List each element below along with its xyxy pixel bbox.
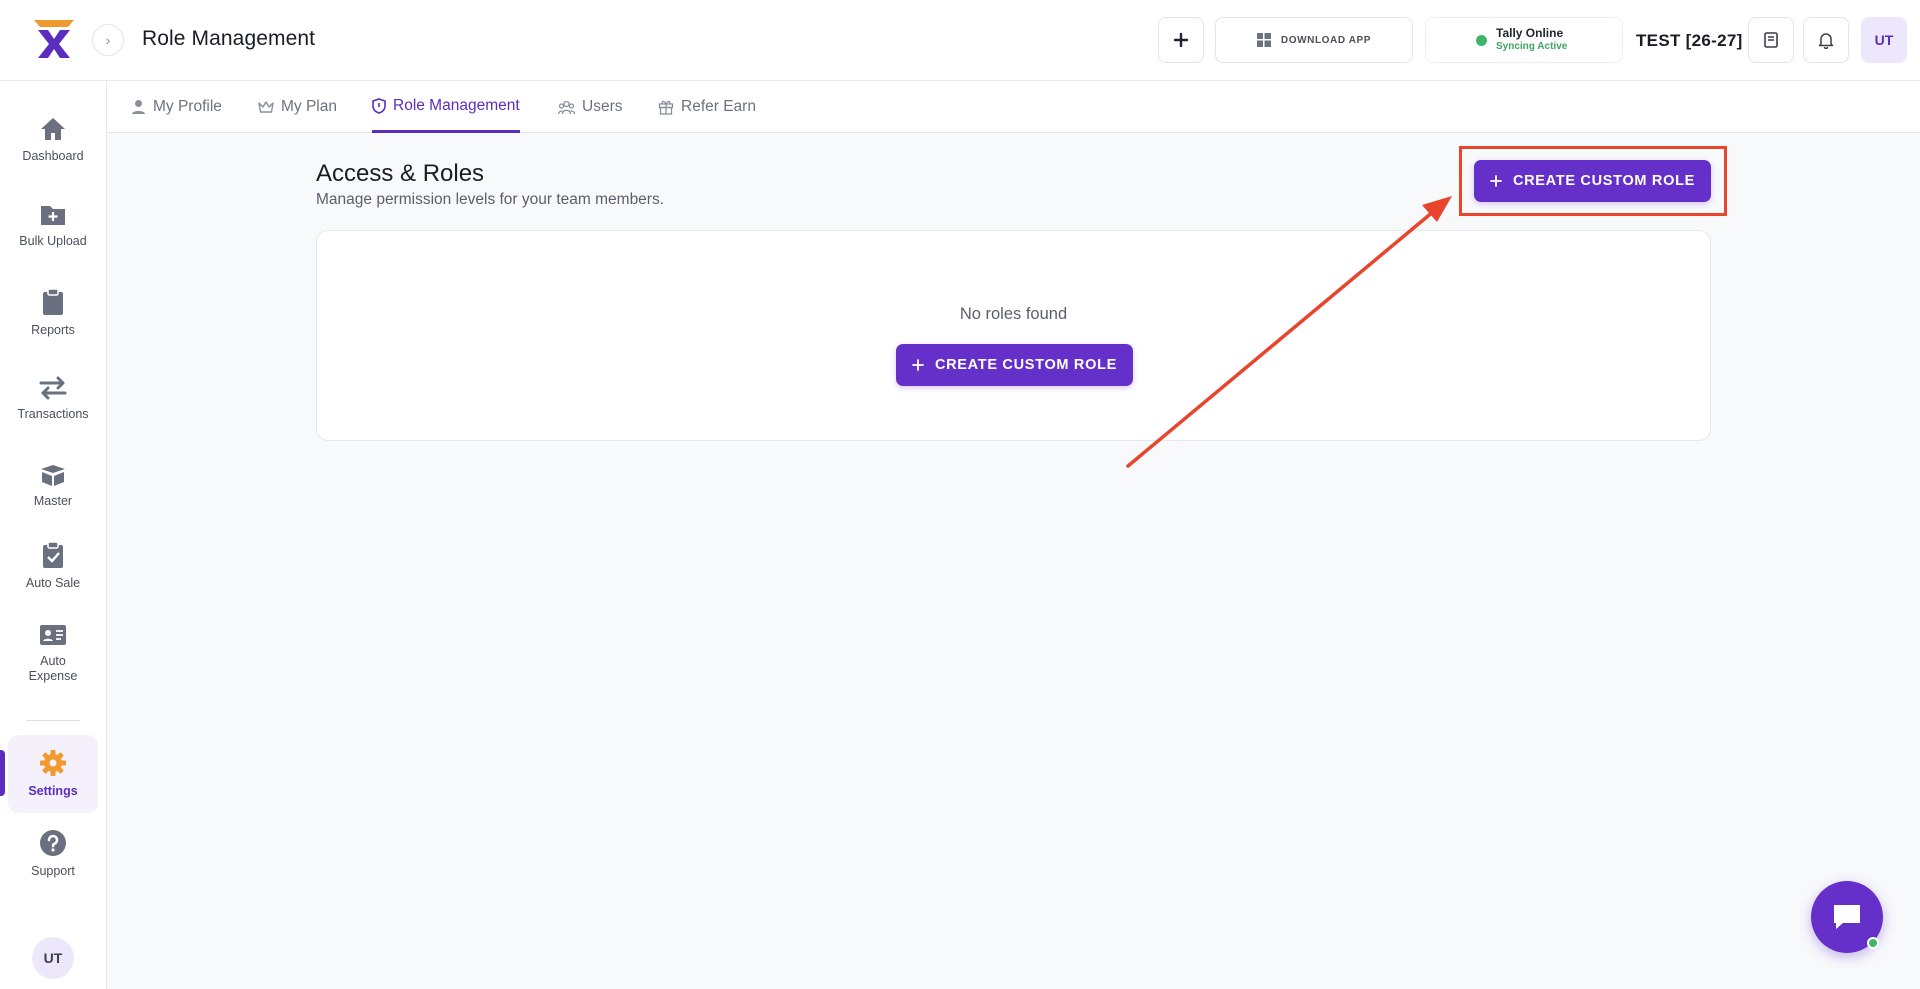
chevron-right-icon: ›	[105, 32, 111, 48]
tab-label: Refer Earn	[681, 98, 756, 115]
users-icon	[558, 100, 575, 114]
sidebar-item-auto-expense[interactable]: Auto Expense	[8, 607, 98, 699]
swap-arrows-icon	[39, 376, 67, 400]
quick-add-button[interactable]	[1158, 17, 1204, 63]
sidebar-active-indicator	[0, 750, 5, 796]
sidebar-item-transactions[interactable]: Transactions	[8, 360, 98, 438]
windows-icon	[1256, 33, 1271, 47]
id-card-icon	[40, 624, 66, 645]
section-title: Access & Roles	[316, 160, 485, 187]
plus-icon	[1490, 175, 1502, 187]
book-icon	[1764, 32, 1778, 48]
tab-label: My Plan	[281, 98, 337, 115]
clipboard-check-icon	[43, 541, 63, 568]
home-icon	[41, 118, 65, 140]
tab-users[interactable]: Users	[558, 81, 622, 133]
sidebar-item-label: Reports	[31, 323, 75, 337]
chat-online-dot	[1867, 937, 1879, 949]
online-status-dot	[1476, 34, 1487, 46]
top-header: › Role Management DOWNLOAD APP Tally Onl…	[0, 0, 1920, 81]
clipboard-icon	[43, 288, 63, 315]
app-logo[interactable]	[34, 20, 74, 60]
page-title: Role Management	[142, 27, 316, 50]
tab-my-profile[interactable]: My Profile	[131, 81, 222, 133]
sidebar-divider	[26, 720, 80, 721]
sidebar-user-avatar[interactable]: UT	[32, 937, 74, 979]
sidebar-item-label: Bulk Upload	[19, 234, 87, 248]
sidebar-item-label: Master	[33, 494, 73, 508]
tab-my-plan[interactable]: My Plan	[258, 81, 337, 133]
create-role-label: CREATE CUSTOM ROLE	[1512, 173, 1696, 189]
section-subtitle: Manage permission levels for your team m…	[316, 191, 665, 208]
sidebar-item-label: Dashboard	[22, 149, 84, 163]
chat-support-button[interactable]	[1811, 881, 1883, 953]
sidebar-item-label: Auto Expense	[28, 653, 78, 683]
empty-state-text: No roles found	[959, 305, 1068, 323]
create-role-label: CREATE CUSTOM ROLE	[934, 357, 1118, 373]
download-app-label: DOWNLOAD APP	[1280, 34, 1372, 46]
bell-icon	[1818, 33, 1834, 49]
sidebar-item-reports[interactable]: Reports	[8, 274, 98, 352]
plus-icon	[1173, 32, 1189, 48]
help-icon	[40, 830, 66, 856]
tally-sync-status: Syncing Active	[1496, 41, 1568, 52]
user-icon	[132, 100, 145, 114]
sidebar-item-settings[interactable]: Settings	[8, 735, 98, 813]
gear-icon	[40, 750, 66, 776]
download-app-button[interactable]: DOWNLOAD APP	[1215, 17, 1413, 63]
tab-label: My Profile	[153, 98, 222, 115]
sidebar-item-label: Transactions	[17, 407, 89, 421]
tab-label: Users	[582, 98, 623, 115]
empty-state-create-role-button[interactable]: CREATE CUSTOM ROLE	[896, 344, 1133, 386]
sidebar-item-label: Support	[31, 864, 75, 878]
plus-icon	[912, 359, 924, 371]
company-selector[interactable]: TEST [26-27]	[1636, 31, 1743, 51]
ledger-button[interactable]	[1748, 17, 1794, 63]
tally-status[interactable]: Tally Online Syncing Active	[1425, 17, 1623, 63]
settings-tabs: My Profile My Plan Role Management Users…	[107, 81, 1920, 133]
user-avatar[interactable]: UT	[1861, 17, 1907, 63]
shield-icon	[372, 97, 386, 114]
sidebar-item-label: Settings	[28, 784, 78, 798]
sidebar-item-label: Auto Sale	[25, 576, 81, 590]
sidebar-toggle-button[interactable]: ›	[92, 24, 124, 56]
sidebar-item-dashboard[interactable]: Dashboard	[8, 101, 98, 179]
gift-icon	[658, 100, 674, 115]
sidebar: Dashboard Bulk Upload Reports Transactio…	[0, 81, 107, 989]
folder-plus-icon	[41, 206, 65, 225]
box-icon	[41, 465, 65, 486]
tab-role-management[interactable]: Role Management	[372, 81, 520, 133]
tally-title: Tally Online	[1496, 26, 1564, 40]
tab-label: Role Management	[393, 96, 520, 114]
sidebar-item-support[interactable]: Support	[8, 815, 98, 893]
sidebar-item-auto-sale[interactable]: Auto Sale	[8, 527, 98, 605]
notifications-button[interactable]	[1803, 17, 1849, 63]
create-custom-role-button[interactable]: CREATE CUSTOM ROLE	[1474, 160, 1711, 202]
tab-refer-earn[interactable]: Refer Earn	[658, 81, 756, 133]
roles-card	[316, 230, 1711, 441]
sidebar-item-bulk-upload[interactable]: Bulk Upload	[8, 187, 98, 265]
sidebar-item-master[interactable]: Master	[8, 447, 98, 525]
crown-icon	[258, 101, 274, 113]
chat-bubble-icon	[1834, 905, 1860, 929]
